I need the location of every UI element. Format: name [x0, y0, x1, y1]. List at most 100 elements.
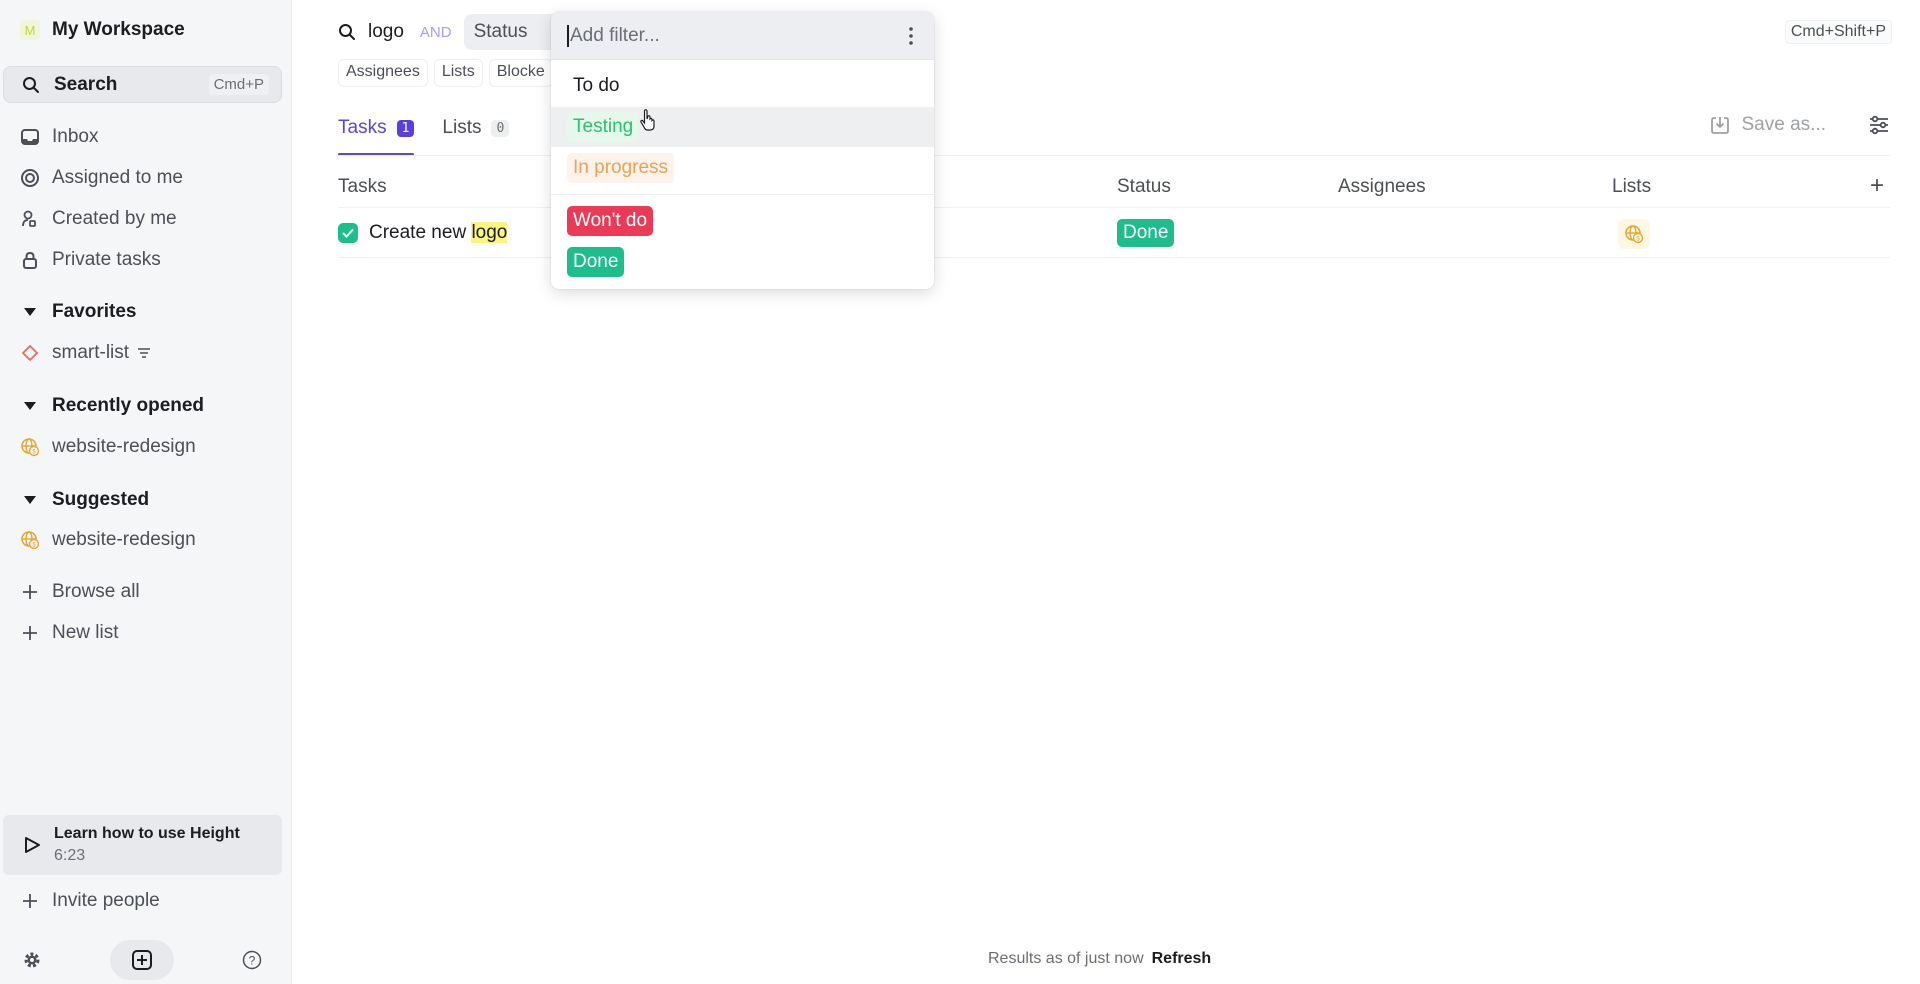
new-task-button[interactable]	[110, 940, 174, 980]
option-to-do[interactable]: To do	[551, 66, 934, 106]
invite-label: Invite people	[52, 890, 160, 911]
status-badge[interactable]: Done	[1117, 219, 1175, 247]
play-icon	[25, 837, 40, 853]
section-title: Suggested	[52, 489, 150, 510]
section-recently-opened[interactable]: Recently opened	[20, 393, 204, 419]
filter-icon	[137, 347, 151, 359]
sidebar-item-website-redesign-suggested[interactable]: $ website-redesign	[20, 527, 196, 553]
sidebar-item-label: smart-list	[52, 342, 130, 363]
sidebar-bottom-bar: ?	[0, 940, 292, 980]
option-wont-do[interactable]: Won't do	[551, 201, 934, 241]
column-assignees[interactable]: Assignees	[1338, 176, 1426, 198]
globe-dollar-icon: $	[20, 530, 40, 550]
field-blocked[interactable]: Blocke	[488, 59, 553, 87]
option-label: To do	[567, 71, 626, 101]
task-title-text: Create new	[369, 222, 472, 243]
caret-down-icon	[20, 402, 40, 410]
inbox-icon	[20, 127, 40, 147]
workspace-switcher[interactable]: M My Workspace	[20, 18, 185, 42]
more-vertical-icon	[909, 27, 913, 45]
field-assignees[interactable]: Assignees	[338, 59, 428, 87]
search-highlight: logo	[471, 222, 508, 243]
section-suggested[interactable]: Suggested	[20, 487, 149, 513]
tab-label: Tasks	[338, 117, 387, 138]
plus-icon	[20, 623, 40, 643]
results-footer: Results as of just now Refresh	[988, 950, 1211, 968]
check-icon	[342, 228, 354, 238]
diamond-icon	[20, 343, 40, 363]
field-lists[interactable]: Lists	[433, 59, 483, 87]
task-checkbox[interactable]	[338, 223, 358, 243]
column-lists[interactable]: Lists	[1612, 176, 1651, 198]
add-column-button[interactable]: +	[1870, 172, 1884, 200]
plus-square-icon	[132, 950, 152, 970]
help-icon: ?	[242, 950, 262, 970]
option-label: Done	[567, 247, 625, 277]
sidebar-item-label: Created by me	[52, 208, 177, 229]
sidebar-item-created[interactable]: Created by me	[20, 206, 177, 232]
workspace-logo: M	[20, 20, 40, 40]
sidebar-item-assigned[interactable]: Assigned to me	[20, 165, 183, 191]
option-label: Won't do	[567, 206, 654, 236]
save-icon	[1710, 117, 1729, 134]
save-as-label: Save as...	[1741, 114, 1827, 135]
new-list-label: New list	[52, 622, 119, 643]
tab-tasks[interactable]: Tasks 1	[338, 110, 415, 156]
sidebar-item-label: Inbox	[52, 126, 99, 147]
sidebar-search-button[interactable]: Search Cmd+P	[3, 66, 282, 103]
column-tasks[interactable]: Tasks	[338, 176, 387, 198]
tab-lists[interactable]: Lists 0	[442, 110, 510, 146]
section-favorites[interactable]: Favorites	[20, 299, 136, 325]
search-query[interactable]: logo AND Status	[338, 14, 554, 50]
refresh-button[interactable]: Refresh	[1152, 950, 1212, 967]
lock-icon	[20, 250, 40, 270]
gear-icon	[24, 952, 40, 968]
plus-icon	[20, 582, 40, 602]
filter-chip-status[interactable]: Status	[463, 14, 554, 50]
search-term[interactable]: logo	[368, 21, 404, 43]
status-filter-dropdown: To do Testing In progress Won't do Done	[551, 12, 934, 289]
option-label: In progress	[567, 153, 675, 183]
target-icon	[20, 168, 40, 188]
save-as-button[interactable]: Save as...	[1710, 114, 1827, 136]
search-icon	[23, 76, 39, 93]
operator-label: AND	[419, 23, 452, 41]
dropdown-header	[551, 12, 934, 60]
option-testing[interactable]: Testing	[551, 107, 934, 147]
column-status[interactable]: Status	[1117, 176, 1171, 198]
sidebar-item-inbox[interactable]: Inbox	[20, 124, 98, 150]
view-options-button[interactable]	[1868, 114, 1890, 141]
sidebar-item-website-redesign-recent[interactable]: $ website-redesign	[20, 434, 196, 460]
sliders-icon	[1870, 115, 1888, 135]
search-label: Search	[54, 73, 118, 95]
add-filter-input[interactable]	[567, 24, 867, 47]
help-button[interactable]: ?	[242, 950, 262, 970]
dropdown-divider	[551, 194, 934, 195]
option-label: Testing	[567, 112, 640, 142]
sidebar-item-private[interactable]: Private tasks	[20, 247, 161, 273]
browse-all-button[interactable]: Browse all	[20, 579, 140, 605]
section-title: Recently opened	[52, 395, 205, 416]
globe-dollar-icon: $	[20, 437, 40, 457]
sidebar: M My Workspace Search Cmd+P Inbox Assign…	[0, 0, 292, 984]
workspace-name: My Workspace	[52, 19, 185, 40]
caret-down-icon	[20, 496, 40, 504]
user-created-icon	[20, 209, 40, 229]
option-in-progress[interactable]: In progress	[551, 148, 934, 188]
tab-count: 1	[396, 119, 415, 137]
new-list-button[interactable]: New list	[20, 620, 119, 646]
settings-button[interactable]	[22, 950, 42, 970]
sidebar-item-label: Assigned to me	[52, 167, 183, 188]
sidebar-item-smart-list[interactable]: smart-list	[20, 340, 151, 366]
sidebar-item-label: website-redesign	[52, 529, 196, 550]
sidebar-item-label: website-redesign	[52, 436, 196, 457]
invite-people-button[interactable]: Invite people	[20, 888, 160, 914]
task-title[interactable]: Create new logo	[369, 222, 508, 244]
more-options-button[interactable]	[908, 26, 914, 51]
sidebar-item-label: Private tasks	[52, 249, 161, 270]
learn-video-button[interactable]: Learn how to use Height 6:23	[3, 815, 282, 875]
option-done[interactable]: Done	[551, 242, 934, 282]
globe-dollar-icon[interactable]: $	[1618, 219, 1650, 249]
results-status: Results as of just now	[988, 950, 1144, 967]
learn-duration: 6:23	[54, 847, 86, 864]
